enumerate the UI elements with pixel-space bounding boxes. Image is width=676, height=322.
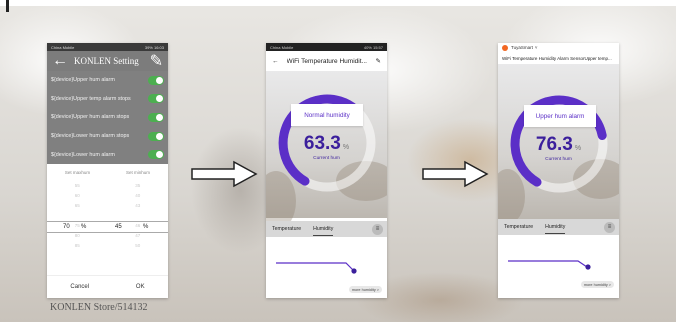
cancel-button[interactable]: Cancel <box>70 284 89 290</box>
setting-row: ${device}Upper temp alarm stops <box>47 90 168 109</box>
max-hum-wheel[interactable]: 55 60 65 75 80 85 <box>47 181 108 251</box>
edit-pencil-icon[interactable]: ✎ <box>150 51 163 71</box>
header: ← WiFi Temperature Humidit... ✎ <box>266 51 387 71</box>
setting-label: ${device}Lower hum alarm stops <box>51 133 130 140</box>
back-arrow-icon[interactable]: ← <box>272 58 279 65</box>
device-title: WiFi Temperature Humidit... <box>286 57 367 65</box>
battery-time: 40% 15:57 <box>363 44 383 50</box>
picker-selection: 70 % 45 % <box>47 221 168 233</box>
setting-label: ${device}Lower hum alarm <box>51 151 115 158</box>
picker-right-header: Set minhum <box>126 170 151 175</box>
arrow-right-icon <box>422 160 489 188</box>
setting-toggle[interactable] <box>148 112 164 122</box>
max-unit: % <box>81 224 87 230</box>
carrier-text: China Mobile <box>270 44 294 50</box>
current-hum-label: Current hum <box>313 156 340 161</box>
status-bar: China Mobile 39% 16:03 <box>47 43 168 51</box>
store-watermark: KONLEN Store/514132 <box>50 302 148 313</box>
picker-option[interactable]: 40 <box>135 191 140 201</box>
tab-bar: Temperature Humidity ≡ <box>498 219 619 235</box>
humidity-trend-chart <box>276 262 357 274</box>
filter-icon[interactable]: ≡ <box>604 221 615 233</box>
phone-upper-hum-alarm: TuyaSmart ˅ WiFi Temperature Humidity Al… <box>498 43 619 298</box>
gauge-panel: Upper hum alarm 76.3% Current hum <box>498 64 619 224</box>
phone-settings: China Mobile 39% 16:03 ← KONLEN Setting … <box>47 43 168 298</box>
humidity-value: 63.3% <box>303 133 350 154</box>
setting-row: ${device}Lower hum alarm stops <box>47 127 168 146</box>
picker-option[interactable]: 60 <box>75 191 80 201</box>
gauge-status-label: Normal humidity <box>291 104 363 126</box>
picker-option[interactable]: 55 <box>75 181 80 191</box>
setting-row: ${device}Upper hum alarm <box>47 71 168 90</box>
tab-bar: Temperature Humidity ≡ <box>266 221 387 237</box>
more-humidity-button[interactable]: more humidity > <box>580 281 614 288</box>
picker-option[interactable]: 43 <box>135 201 140 211</box>
header: ← KONLEN Setting ✎ <box>47 51 168 71</box>
setting-toggle[interactable] <box>148 150 164 160</box>
setting-toggle[interactable] <box>148 131 164 141</box>
settings-list: ${device}Upper hum alarm ${device}Upper t… <box>47 71 168 164</box>
picker-option[interactable]: 65 <box>75 201 80 211</box>
current-hum-label: Current hum <box>545 157 572 162</box>
humidity-value: 76.3% <box>535 134 582 155</box>
status-bar: China Mobile 40% 15:57 <box>266 43 387 51</box>
setting-row: ${device}Lower hum alarm <box>47 145 168 164</box>
ok-button[interactable]: OK <box>136 284 145 290</box>
tab-temperature[interactable]: Temperature <box>498 224 539 230</box>
picker-option[interactable]: 85 <box>75 241 80 251</box>
battery-time: 39% 16:03 <box>144 44 164 50</box>
phone-normal-humidity: China Mobile 40% 15:57 ← WiFi Temperatur… <box>266 43 387 298</box>
tab-temperature[interactable]: Temperature <box>266 226 307 232</box>
setting-toggle[interactable] <box>148 94 164 104</box>
more-humidity-button[interactable]: more humidity > <box>348 286 382 293</box>
tab-humidity[interactable]: Humidity <box>307 226 339 236</box>
max-selected-value: 70 <box>63 224 70 230</box>
chevron-down-icon[interactable]: ˅ <box>535 45 538 50</box>
back-arrow-icon[interactable]: ← <box>52 52 68 70</box>
setting-label: ${device}Upper temp alarm stops <box>51 95 131 102</box>
filter-icon[interactable]: ≡ <box>372 223 383 235</box>
min-unit: % <box>143 224 149 230</box>
picker-left-header: Set maxhum <box>64 170 91 175</box>
tuya-logo-icon <box>502 44 508 51</box>
min-hum-wheel[interactable]: 35 40 43 46 47 50 <box>108 181 169 251</box>
setting-label: ${device}Upper hum alarm <box>51 77 115 84</box>
gauge-status-label: Upper hum alarm <box>524 105 596 127</box>
setting-label: ${device}Upper hum alarm stops <box>51 114 130 121</box>
brand-name: TuyaSmart <box>511 45 533 50</box>
picker-option[interactable]: 35 <box>135 181 140 191</box>
edit-pencil-icon[interactable]: ✎ <box>376 57 381 65</box>
setting-toggle[interactable] <box>148 75 164 85</box>
humidity-trend-chart <box>508 260 591 270</box>
gauge-panel: Normal humidity 63.3% Current hum <box>266 71 387 231</box>
page-title: KONLEN Setting <box>74 56 139 66</box>
top-strip <box>0 0 676 12</box>
tab-humidity[interactable]: Humidity <box>539 224 571 234</box>
setting-row: ${device}Upper hum alarm stops <box>47 108 168 127</box>
picker-option[interactable]: 50 <box>135 241 140 251</box>
min-selected-value: 45 <box>115 224 122 230</box>
arrow-right-icon <box>191 160 258 188</box>
app-brand-bar: TuyaSmart ˅ <box>498 43 619 52</box>
humidity-picker: Set maxhum Set minhum 55 60 65 75 80 85 35 40 4… <box>47 164 168 298</box>
carrier-text: China Mobile <box>51 44 75 50</box>
